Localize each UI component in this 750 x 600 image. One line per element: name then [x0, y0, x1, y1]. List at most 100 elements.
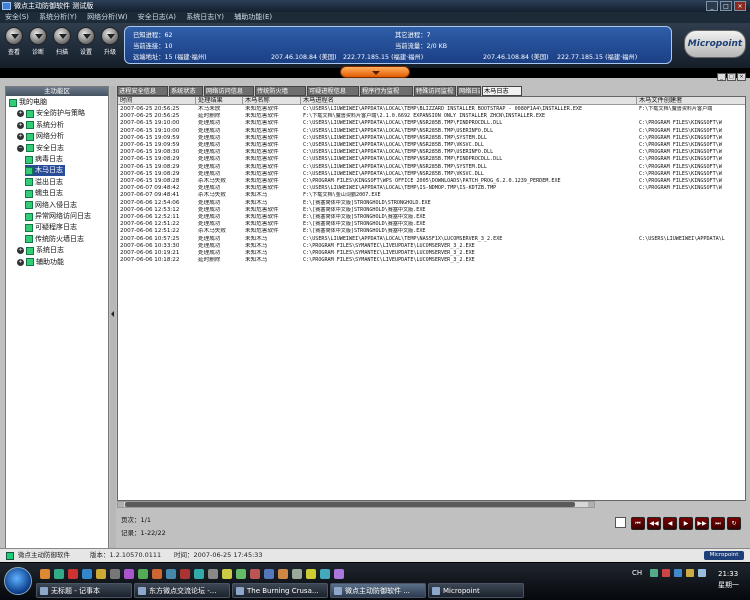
quicklaunch-icon[interactable] — [194, 569, 204, 579]
tab[interactable]: 网络日志 — [457, 86, 481, 96]
task-forum[interactable]: 东方微点交流论坛 -... — [134, 583, 230, 598]
start-button[interactable] — [4, 567, 32, 595]
quicklaunch-icon[interactable] — [82, 569, 92, 579]
task-micropoint-app[interactable]: 微点主动防御软件 ... — [330, 583, 426, 598]
panel-splitter[interactable] — [110, 86, 116, 556]
table-row[interactable]: 2007-06-25 20:56:25 延时删除 未知危害软件 F:\下载文档\魔兽资… — [118, 113, 745, 120]
quicklaunch-icon[interactable] — [236, 569, 246, 579]
menu-system-log[interactable]: 系统日志(Y) — [186, 13, 224, 21]
table-row[interactable]: 2007-06-15 19:08:29 处理成功 未知危害软件 C:\USERS\LI… — [118, 171, 745, 178]
tab[interactable]: 传统防火墙 — [255, 86, 306, 96]
prev-page-button[interactable]: ◀ — [663, 517, 677, 530]
column-header[interactable]: 处理结果 — [196, 97, 243, 105]
language-indicator[interactable]: CH — [632, 569, 642, 577]
mdi-restore-icon[interactable]: □ — [727, 73, 736, 81]
first-page-button[interactable]: ⏮ — [631, 517, 645, 530]
quicklaunch-icon[interactable] — [208, 569, 218, 579]
table-row[interactable]: 2007-06-15 19:08:29 处理成功 未知危害软件 C:\USERS\LI… — [118, 156, 745, 163]
quicklaunch-icon[interactable] — [264, 569, 274, 579]
table-row[interactable]: 2007-06-06 12:53:12 处理成功 未知危害软件 E:\[赛塞简体中文版… — [118, 207, 745, 214]
expand-icon[interactable]: + — [17, 121, 24, 129]
task-notepad[interactable]: 无标题 - 记事本 — [36, 583, 132, 598]
quicklaunch-icon[interactable] — [152, 569, 162, 579]
table-row[interactable]: 2007-06-15 19:09:59 处理成功 未知危害软件 C:\USERS\LI… — [118, 135, 745, 142]
task-burning-crusade[interactable]: The Burning Crusa... — [232, 583, 328, 598]
tree-item[interactable]: 异常网络访问日志 — [25, 211, 93, 222]
table-row[interactable]: 2007-06-15 19:10:00 处理成功 未知危害软件 C:\USERS\LI… — [118, 128, 745, 135]
table-row[interactable]: 2007-06-06 10:19:21 处理成功 未知木马 C:\PROGRAM FI… — [118, 250, 745, 257]
quicklaunch-icon[interactable] — [40, 569, 50, 579]
next-fast-button[interactable]: ▶▶ — [695, 517, 709, 530]
column-header[interactable]: 木马进程名 — [301, 97, 637, 105]
diagnose-button[interactable]: 诊断 — [28, 27, 48, 56]
column-header[interactable]: 木马名称 — [243, 97, 301, 105]
quicklaunch-icon[interactable] — [320, 569, 330, 579]
tab[interactable]: 可疑进程信息 — [307, 86, 359, 96]
menu-system-analysis[interactable]: 系统分析(Y) — [39, 13, 77, 21]
tab[interactable]: 程序行为监视 — [360, 86, 413, 96]
upgrade-button[interactable]: 升级 — [100, 27, 120, 56]
table-row[interactable]: 2007-06-06 12:54:06 处理成功 未知木马 E:\[赛塞简体中文版]S… — [118, 200, 745, 207]
volume-icon[interactable] — [698, 569, 706, 577]
tree-item[interactable]: 可疑程序日志 — [25, 222, 79, 233]
next-page-button[interactable]: ▶ — [679, 517, 693, 530]
table-row[interactable]: 2007-06-07 09:48:42 处理成功 未知危害软件 C:\USERS\LI… — [118, 185, 745, 192]
table-row[interactable]: 2007-06-06 12:52:11 处理成功 未知危害软件 E:\[赛塞简体中文版… — [118, 214, 745, 221]
quicklaunch-icon[interactable] — [166, 569, 176, 579]
mdi-close-icon[interactable]: × — [737, 73, 746, 81]
tree-item[interactable]: + 系统分析 — [17, 120, 66, 131]
scroll-left-icon[interactable] — [118, 502, 124, 507]
tree-item[interactable]: + 系统日志 — [17, 245, 66, 256]
close-button[interactable]: × — [734, 1, 746, 11]
tree-item[interactable]: + 网络分析 — [17, 131, 66, 142]
tree-item[interactable]: 溢出日志 — [25, 177, 65, 188]
tree-item[interactable]: + 安全防护与策略 — [17, 108, 87, 119]
horizontal-scrollbar[interactable] — [117, 501, 595, 508]
quicklaunch-icon[interactable] — [306, 569, 316, 579]
table-row[interactable]: 2007-06-15 19:08:30 处理成功 未知危害软件 C:\USERS\LI… — [118, 149, 745, 156]
table-row[interactable]: 2007-06-06 10:18:22 延时删除 未知木马 C:\PROGRAM FI… — [118, 257, 745, 264]
mdi-minimize-icon[interactable]: _ — [717, 73, 726, 81]
column-header[interactable]: 时间 — [118, 97, 196, 105]
tree-item[interactable]: 我的电脑 — [9, 97, 49, 108]
tree-item[interactable]: − 安全日志 — [17, 143, 66, 154]
tray-icon[interactable] — [674, 569, 682, 577]
tree-item[interactable]: 传统防火墙日志 — [25, 234, 86, 245]
tree-item[interactable]: 病毒日志 — [25, 154, 65, 165]
menu-security[interactable]: 安全(S) — [5, 13, 29, 21]
tab[interactable]: 进程安全信息 — [117, 86, 168, 96]
quicklaunch-icon[interactable] — [278, 569, 288, 579]
tab[interactable]: 特殊访问监视 — [414, 86, 456, 96]
status-logo-button[interactable]: Micropoint — [704, 551, 744, 560]
table-row[interactable]: 2007-06-06 12:51:22 杀木马失败 未知危害软件 E:\[赛塞简体中文… — [118, 228, 745, 235]
table-row[interactable]: 2007-06-15 19:10:00 处理成功 未知危害软件 C:\USERS\LI… — [118, 120, 745, 127]
scroll-thumb[interactable] — [125, 502, 575, 507]
tree-item[interactable]: 蠕虫日志 — [25, 188, 65, 199]
collapse-header-button[interactable] — [340, 66, 410, 78]
expand-icon[interactable]: + — [17, 247, 24, 255]
tray-icon[interactable] — [662, 569, 670, 577]
table-row[interactable]: 2007-06-07 09:48:41 杀木马失败 未知木马 F:\下载文档\金山词霸… — [118, 192, 745, 199]
table-row[interactable]: 2007-06-06 12:51:22 处理成功 未知危害软件 E:\[赛塞简体中文版… — [118, 221, 745, 228]
expand-icon[interactable]: + — [17, 258, 24, 266]
tree-item[interactable]: 网络入侵日志 — [25, 200, 79, 211]
settings-button[interactable]: 设置 — [76, 27, 96, 56]
menu-network-analysis[interactable]: 网络分析(W) — [87, 13, 127, 21]
minimize-button[interactable]: _ — [706, 1, 718, 11]
tab[interactable]: 网络访问信息 — [204, 86, 254, 96]
collapse-icon[interactable]: − — [17, 144, 24, 152]
prev-fast-button[interactable]: ◀◀ — [647, 517, 661, 530]
table-row[interactable]: 2007-06-25 20:56:25 木马未放 未知危害软件 C:\USERS\LI… — [118, 106, 745, 113]
quicklaunch-icon[interactable] — [292, 569, 302, 579]
view-button[interactable]: 查看 — [4, 27, 24, 56]
scroll-right-icon[interactable] — [588, 502, 594, 507]
expand-icon[interactable]: + — [17, 133, 24, 141]
table-row[interactable]: 2007-06-06 10:33:30 处理成功 未知木马 C:\PROGRAM FI… — [118, 243, 745, 250]
page-number-input[interactable] — [615, 517, 626, 528]
expand-icon[interactable]: + — [17, 110, 24, 118]
quicklaunch-icon[interactable] — [124, 569, 134, 579]
table-row[interactable]: 2007-06-15 19:09:59 处理成功 未知危害软件 C:\USERS\LI… — [118, 142, 745, 149]
quicklaunch-icon[interactable] — [96, 569, 106, 579]
system-clock[interactable]: 21:33 星期一 — [718, 569, 739, 591]
quicklaunch-icon[interactable] — [250, 569, 260, 579]
